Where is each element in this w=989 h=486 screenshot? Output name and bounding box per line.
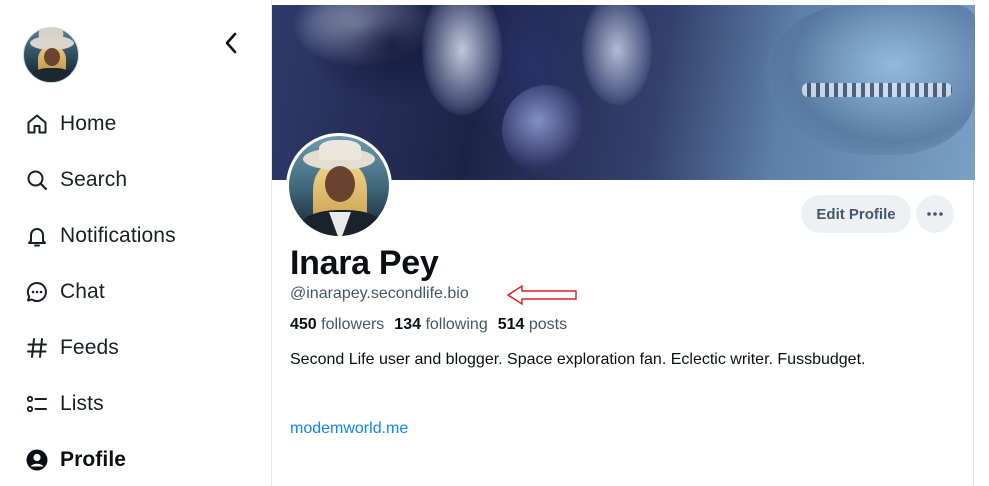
sidebar-avatar[interactable] bbox=[23, 27, 79, 83]
nav-item-profile[interactable]: Profile bbox=[24, 440, 254, 480]
profile-avatar[interactable] bbox=[286, 133, 392, 239]
display-name: Inara Pey bbox=[290, 244, 439, 282]
nav-label-lists: Lists bbox=[60, 392, 104, 415]
chat-icon bbox=[24, 279, 50, 305]
following-count: 134 bbox=[394, 316, 421, 333]
nav-label-chat: Chat bbox=[60, 280, 105, 303]
edit-profile-button[interactable]: Edit Profile bbox=[801, 195, 911, 233]
more-options-button[interactable] bbox=[916, 195, 954, 233]
nav-label-feeds: Feeds bbox=[60, 336, 119, 359]
nav-item-feeds[interactable]: Feeds bbox=[24, 328, 254, 368]
posts-stat: 514 posts bbox=[498, 316, 567, 334]
following-stat[interactable]: 134 following bbox=[394, 316, 487, 334]
home-icon bbox=[24, 111, 50, 137]
handle-row: @inarapey.secondlife.bio bbox=[290, 285, 469, 303]
followers-count: 450 bbox=[290, 316, 317, 333]
collapse-sidebar-button[interactable] bbox=[220, 30, 242, 56]
posts-label: posts bbox=[528, 316, 568, 333]
nav-item-home[interactable]: Home bbox=[24, 104, 254, 144]
nav-label-home: Home bbox=[60, 112, 117, 135]
profile-icon bbox=[24, 447, 50, 473]
sidebar: Home Search Notifications Chat Feeds Lis… bbox=[0, 0, 270, 486]
hash-icon bbox=[24, 335, 50, 361]
posts-count: 514 bbox=[497, 316, 525, 333]
nav-item-lists[interactable]: Lists bbox=[24, 384, 254, 424]
chevron-left-icon bbox=[225, 32, 237, 54]
followers-stat[interactable]: 450 followers bbox=[290, 316, 384, 334]
profile-handle: @inarapey.secondlife.bio bbox=[290, 285, 469, 302]
nav-item-notifications[interactable]: Notifications bbox=[24, 216, 254, 256]
following-label: following bbox=[425, 316, 488, 333]
search-icon bbox=[24, 167, 50, 193]
profile-website-link[interactable]: modemworld.me bbox=[290, 420, 408, 438]
nav-label-profile: Profile bbox=[60, 448, 127, 471]
lists-icon bbox=[24, 391, 50, 417]
bell-icon bbox=[24, 223, 50, 249]
annotation-arrow-icon bbox=[506, 284, 577, 306]
nav-label-notifications: Notifications bbox=[60, 224, 176, 247]
nav-item-search[interactable]: Search bbox=[24, 160, 254, 200]
ellipsis-icon bbox=[927, 212, 943, 216]
followers-label: followers bbox=[321, 316, 385, 333]
profile-bio: Second Life user and blogger. Space expl… bbox=[290, 351, 866, 368]
profile-column: Edit Profile Inara Pey @inarapey.secondl… bbox=[271, 0, 975, 486]
nav-item-chat[interactable]: Chat bbox=[24, 272, 254, 312]
nav-label-search: Search bbox=[60, 168, 128, 191]
profile-stats: 450 followers 134 following 514 posts bbox=[290, 316, 567, 334]
